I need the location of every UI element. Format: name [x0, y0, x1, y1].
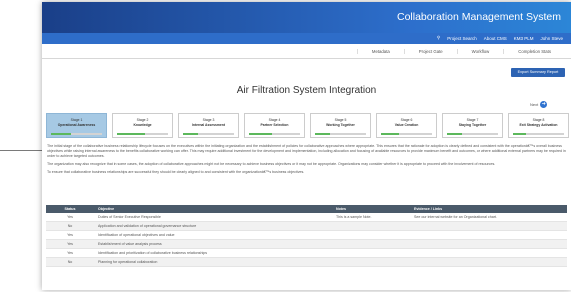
stage-progress-bar	[51, 133, 102, 135]
sub-navigation: Metadata Project Gate Workflow Completio…	[42, 46, 571, 59]
stage-progress-fill	[513, 133, 526, 135]
stage-name: Value Creation	[394, 123, 419, 127]
stage-progress-fill	[315, 133, 331, 135]
column-header-notes: Notes	[332, 205, 410, 213]
stage-name: Working Together	[326, 123, 355, 127]
row-evidence	[410, 230, 567, 240]
row-status: Yes	[46, 230, 94, 240]
tab-completion-stats[interactable]: Completion Stats	[503, 49, 565, 54]
stage-tab-4[interactable]: Stage 4 Partner Selection	[244, 113, 305, 138]
row-notes	[332, 239, 410, 249]
row-objective: Identification and prioritization of col…	[94, 248, 332, 258]
row-evidence	[410, 239, 567, 249]
table-row[interactable]: No Application and validation of operatio…	[46, 221, 567, 231]
header-banner: Collaboration Management System	[42, 2, 571, 33]
row-notes	[332, 248, 410, 258]
topnav-user[interactable]: John Steve	[540, 36, 563, 41]
connector-line	[0, 150, 42, 151]
stage-name: Exit Strategy Activation	[519, 123, 558, 127]
description-paragraph: The organization may also recognize that…	[47, 162, 496, 166]
stage-name: Partner Selection	[260, 123, 289, 127]
row-notes	[332, 257, 410, 267]
stage-name: Staying Together	[458, 123, 487, 127]
row-status: Yes	[46, 248, 94, 258]
tab-workflow[interactable]: Workflow	[456, 49, 504, 54]
column-header-status: Status	[46, 205, 94, 213]
page-title: Air Filtration System Integration	[236, 85, 377, 96]
row-status: No	[46, 257, 94, 267]
row-notes	[332, 230, 410, 240]
row-evidence	[410, 221, 567, 231]
objectives-table: Status Objective Notes Evidence / Links …	[46, 205, 567, 267]
row-objective: Identification of operational objectives…	[94, 230, 332, 240]
stage-name: Internal Assessment	[191, 123, 226, 127]
stage-tab-1[interactable]: Stage 1 Operational Awareness	[46, 113, 107, 138]
stage-progress-fill	[51, 133, 72, 135]
stage-description: The initial stage of the collaborative b…	[47, 144, 567, 178]
stage-progress-bar	[513, 133, 564, 135]
stage-progress-fill	[117, 133, 146, 135]
stage-tab-7[interactable]: Stage 7 Staying Together	[442, 113, 503, 138]
stage-progress-fill	[447, 133, 463, 135]
row-notes	[332, 221, 410, 231]
stage-progress-bar	[315, 133, 366, 135]
export-summary-button[interactable]: Export Summary Report	[511, 68, 565, 77]
stage-progress-bar	[183, 133, 234, 135]
table-header-row: Status Objective Notes Evidence / Links	[46, 205, 567, 213]
table-row[interactable]: Yes Duties of Senior Executive Responsibl…	[46, 213, 567, 222]
row-status: No	[46, 221, 94, 231]
app-window: Collaboration Management System ⚲ Projec…	[42, 2, 571, 290]
tab-metadata[interactable]: Metadata	[356, 49, 404, 54]
stage-tab-2[interactable]: Stage 2 Knowledge	[112, 113, 173, 138]
row-status: Yes	[46, 213, 94, 222]
row-objective: Planning for operational collaboration	[94, 257, 332, 267]
table-row[interactable]: No Planning for operational collaboration	[46, 257, 567, 267]
next-control[interactable]: Next ➜	[530, 101, 548, 108]
stage-progress-fill	[249, 133, 272, 135]
stage-progress-fill	[381, 133, 399, 135]
row-objective: Application and validation of operationa…	[94, 221, 332, 231]
stage-tabs: Stage 1 Operational Awareness Stage 2 Knowl…	[46, 113, 569, 138]
row-evidence: See our internal website for an Organiza…	[410, 213, 567, 222]
stage-tab-3[interactable]: Stage 3 Internal Assessment	[178, 113, 239, 138]
topnav-project-search[interactable]: Project Search	[447, 36, 477, 41]
column-header-evidence: Evidence / Links	[410, 205, 567, 213]
app-title: Collaboration Management System	[396, 11, 561, 23]
row-notes: This is a sample Note.	[332, 213, 410, 222]
stage-name: Knowledge	[133, 123, 152, 127]
stage-progress-bar	[447, 133, 498, 135]
stage-progress-fill	[183, 133, 199, 135]
table-row[interactable]: Yes Identification of operational objecti…	[46, 230, 567, 240]
column-header-objective: Objective	[94, 205, 332, 213]
table-row[interactable]: Yes Identification and prioritization of …	[46, 248, 567, 258]
search-icon[interactable]: ⚲	[437, 35, 440, 41]
description-paragraph: To ensure that collaborative business re…	[47, 170, 305, 174]
row-evidence	[410, 248, 567, 258]
top-navigation: ⚲ Project Search About CMS KM3 PLM John …	[42, 33, 571, 44]
stage-tab-6[interactable]: Stage 6 Value Creation	[376, 113, 437, 138]
stage-tab-5[interactable]: Stage 5 Working Together	[310, 113, 371, 138]
row-evidence	[410, 257, 567, 267]
description-paragraph: The initial stage of the collaborative b…	[47, 144, 566, 158]
topnav-km3-plm[interactable]: KM3 PLM	[514, 36, 534, 41]
next-arrow-icon[interactable]: ➜	[540, 101, 548, 108]
tab-project-gate[interactable]: Project Gate	[403, 49, 457, 54]
topnav-about-cms[interactable]: About CMS	[484, 36, 507, 41]
stage-progress-bar	[249, 133, 300, 135]
stage-tab-8[interactable]: Stage 8 Exit Strategy Activation	[508, 113, 569, 138]
row-objective: Duties of Senior Executive Responsible	[94, 213, 332, 222]
stage-name: Operational Awareness	[57, 123, 96, 127]
next-label: Next	[530, 102, 539, 107]
row-objective: Establishment of value analysis process	[94, 239, 332, 249]
table-row[interactable]: Yes Establishment of value analysis proce…	[46, 239, 567, 249]
stage-progress-bar	[117, 133, 168, 135]
row-status: Yes	[46, 239, 94, 249]
stage-progress-bar	[381, 133, 432, 135]
